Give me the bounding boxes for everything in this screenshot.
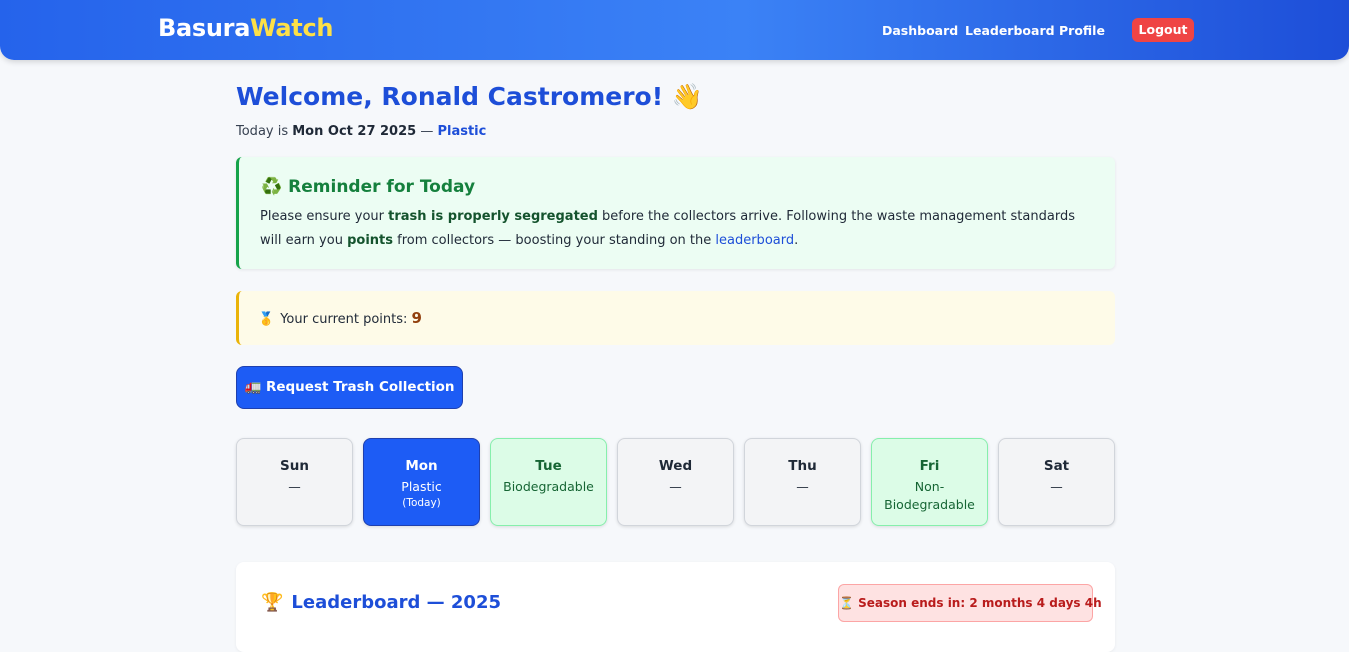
reminder-body: Please ensure your trash is properly seg… <box>260 205 1100 253</box>
welcome-text: Welcome, Ronald Castromero! <box>236 82 664 111</box>
day-name: Tue <box>535 458 562 474</box>
day-waste-type: — <box>1050 479 1063 494</box>
day-name: Sat <box>1043 458 1070 474</box>
recycle-icon: ♻️ <box>261 177 283 197</box>
nav-dashboard-link[interactable]: Dashboard <box>882 23 958 38</box>
points-card: 🥇 Your current points: 9 <box>236 291 1115 345</box>
schedule-day-tue: Tue Biodegradable <box>490 438 607 526</box>
brand-part-1: Basura <box>158 14 251 42</box>
points-label: Your current points: <box>280 312 412 327</box>
day-waste-type: Plastic <box>401 479 442 494</box>
leaderboard-title-text: Leaderboard — 2025 <box>291 592 502 613</box>
request-trash-collection-button[interactable]: 🚛 Request Trash Collection <box>236 366 463 409</box>
reminder-text-3: from collectors — boosting your standing… <box>392 233 716 248</box>
reminder-bold-segregated: trash is properly segregated <box>388 209 598 224</box>
day-waste-type: — <box>669 479 682 494</box>
reminder-title-text: Reminder for Today <box>288 177 476 197</box>
today-prefix: Today is <box>236 124 293 139</box>
day-name: Mon <box>405 458 438 474</box>
medal-icon: 🥇 <box>258 312 275 327</box>
schedule-day-thu: Thu — <box>744 438 861 526</box>
day-waste-type: Non-Biodegradable <box>884 479 975 512</box>
day-today-note: (Today) <box>402 497 441 509</box>
leaderboard-card: 🏆 Leaderboard — 2025 ⏳ Season ends in: 2 … <box>236 562 1115 652</box>
schedule-day-mon: Mon Plastic (Today) <box>363 438 480 526</box>
schedule-day-fri: Fri Non-Biodegradable <box>871 438 988 526</box>
welcome-heading: Welcome, Ronald Castromero! 👋 <box>236 82 703 112</box>
reminder-bold-points: points <box>347 233 393 248</box>
day-name: Fri <box>919 458 940 474</box>
nav-leaderboard-link[interactable]: Leaderboard <box>965 23 1055 38</box>
today-date: Mon Oct 27 2025 <box>292 124 417 139</box>
day-name: Sun <box>280 458 309 474</box>
today-waste-type: Plastic <box>437 124 487 139</box>
waving-hand-icon: 👋 <box>671 82 703 111</box>
day-waste-type: — <box>796 479 809 494</box>
reminder-text-4: . <box>794 233 799 248</box>
season-countdown-badge: ⏳ Season ends in: 2 months 4 days 4h <box>838 584 1102 622</box>
today-separator: — <box>416 124 438 139</box>
schedule-day-sun: Sun — <box>236 438 353 526</box>
day-name: Wed <box>658 458 693 474</box>
schedule-day-sat: Sat — <box>998 438 1115 526</box>
reminder-text-1: Please ensure your <box>260 209 389 224</box>
day-waste-type: — <box>288 479 301 494</box>
reminder-card: ♻️ Reminder for Today Please ensure your … <box>236 157 1115 269</box>
nav-profile-link[interactable]: Profile <box>1059 23 1105 38</box>
day-name: Thu <box>788 458 817 474</box>
today-info: Today is Mon Oct 27 2025 — Plastic <box>236 124 486 139</box>
reminder-leaderboard-link[interactable]: leaderboard <box>715 233 794 248</box>
trophy-icon: 🏆 <box>261 592 284 613</box>
reminder-title: ♻️ Reminder for Today <box>261 177 475 197</box>
logout-button[interactable]: Logout <box>1132 18 1194 42</box>
brand-part-2: Watch <box>250 14 334 42</box>
points-text: 🥇 Your current points: 9 <box>258 309 422 327</box>
leaderboard-title: 🏆 Leaderboard — 2025 <box>261 592 501 613</box>
top-navbar: BasuraWatch Dashboard Leaderboard Profil… <box>0 0 1349 60</box>
points-value: 9 <box>411 309 422 327</box>
brand-logo[interactable]: BasuraWatch <box>158 14 334 42</box>
schedule-day-wed: Wed — <box>617 438 734 526</box>
day-waste-type: Biodegradable <box>503 479 594 494</box>
